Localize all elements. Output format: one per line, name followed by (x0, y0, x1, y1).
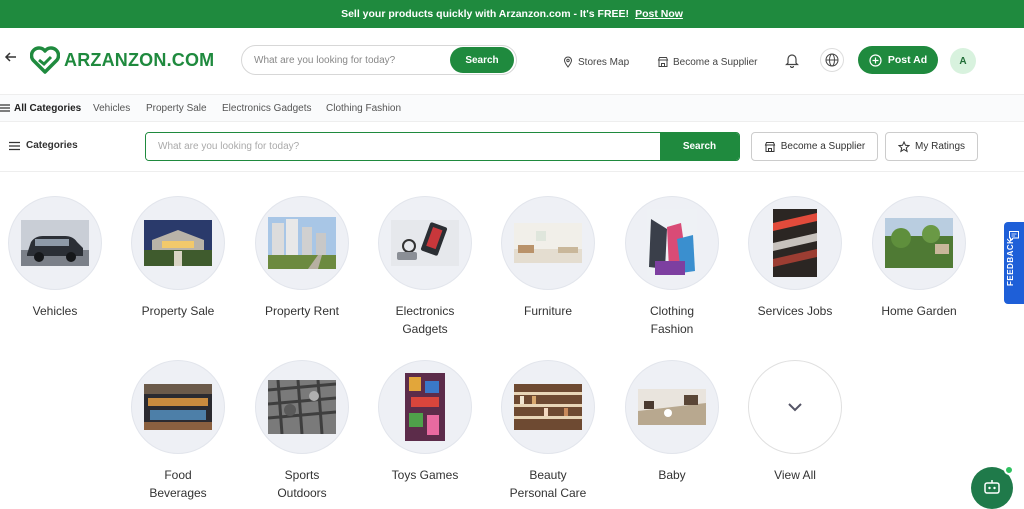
food-image-icon (131, 360, 225, 454)
categories-button[interactable]: Categories (9, 140, 78, 151)
category-label: Vehicles (32, 304, 78, 318)
category-card[interactable]: Electronics Gadgets (365, 196, 485, 338)
map-pin-icon (563, 56, 573, 68)
category-card[interactable]: Toys Games (365, 360, 485, 484)
category-label: Furniture (523, 304, 573, 318)
clothing-image-icon (625, 196, 719, 290)
feedback-tab[interactable]: FEEDBACK (1004, 222, 1024, 304)
category-card[interactable]: Services Jobs (735, 196, 855, 320)
category-card[interactable]: Beauty Personal Care (488, 360, 608, 502)
category-card[interactable]: Property Sale (118, 196, 238, 320)
sports-image-icon (255, 360, 349, 454)
catnav-item-vehicles[interactable]: Vehicles (93, 103, 130, 114)
online-status-dot (1004, 465, 1014, 475)
feedback-label: FEEDBACK (1006, 237, 1015, 286)
become-supplier-btn-label: Become a Supplier (780, 141, 866, 152)
stores-map-label: Stores Map (578, 56, 630, 68)
my-ratings-label: My Ratings (914, 141, 965, 152)
category-card[interactable]: Property Rent (242, 196, 362, 320)
category-label: Toys Games (391, 468, 459, 482)
promo-text: Sell your products quickly with Arzanzon… (341, 8, 630, 20)
category-label: Property Sale (141, 304, 215, 318)
baby-image-icon (625, 360, 719, 454)
category-card[interactable]: Food Beverages (118, 360, 238, 502)
menu-icon (0, 104, 10, 112)
site-logo[interactable]: ARZANZON.COM (30, 46, 214, 74)
category-label: Beauty Personal Care (509, 468, 587, 500)
menu-icon (9, 141, 20, 150)
heart-logo-icon (30, 46, 60, 74)
category-nav: All Categories Vehicles Property Sale El… (0, 94, 1024, 122)
post-ad-button[interactable]: Post Ad (858, 46, 938, 74)
promo-banner: Sell your products quickly with Arzanzon… (0, 0, 1024, 28)
category-label: Clothing Fashion (649, 304, 695, 336)
view-all-label: View All (774, 468, 816, 482)
category-card[interactable]: Vehicles (0, 196, 115, 320)
main-search: Search (145, 132, 740, 161)
catnav-item-property-sale[interactable]: Property Sale (146, 103, 207, 114)
logo-text: ARZANZON.COM (64, 49, 215, 70)
category-label: Home Garden (881, 304, 957, 318)
star-icon (897, 140, 910, 152)
store-icon (657, 57, 669, 67)
category-card[interactable]: Home Garden (859, 196, 979, 320)
main-search-button[interactable]: Search (660, 133, 739, 160)
globe-icon[interactable] (820, 48, 844, 72)
header-search-button[interactable]: Search (450, 47, 514, 73)
post-ad-label: Post Ad (887, 54, 928, 66)
chevron-down-icon (748, 360, 842, 454)
view-all-card[interactable]: View All (735, 360, 855, 484)
main-search-input[interactable] (146, 133, 660, 160)
header-search-input[interactable] (254, 54, 450, 66)
all-categories-link[interactable]: All Categories (0, 103, 81, 114)
category-label: Baby (658, 468, 686, 482)
buildings-image-icon (255, 196, 349, 290)
category-label: Services Jobs (757, 304, 833, 318)
header-search: Search (241, 45, 517, 75)
category-label: Electronics Gadgets (395, 304, 455, 336)
bell-icon[interactable] (785, 52, 799, 73)
become-supplier-button[interactable]: Become a Supplier (751, 132, 878, 161)
category-card[interactable]: Sports Outdoors (242, 360, 362, 502)
house-image-icon (131, 196, 225, 290)
stores-map-link[interactable]: Stores Map (562, 56, 629, 68)
catnav-item-electronics[interactable]: Electronics Gadgets (222, 103, 312, 114)
robot-icon (984, 480, 1000, 494)
avatar[interactable]: A (950, 48, 976, 74)
category-grid: Vehicles Property Sale Property Rent Ele… (0, 172, 1024, 500)
store-icon (764, 141, 775, 152)
garden-image-icon (872, 196, 966, 290)
chatbot-button[interactable] (971, 465, 1014, 509)
car-image-icon (8, 196, 102, 290)
become-supplier-label: Become a Supplier (673, 56, 758, 68)
category-label: Sports Outdoors (277, 468, 327, 500)
my-ratings-button[interactable]: My Ratings (885, 132, 978, 161)
become-supplier-link[interactable]: Become a Supplier (657, 56, 758, 68)
category-card[interactable]: Baby (612, 360, 732, 484)
category-label: Property Rent (264, 304, 340, 318)
categories-label: Categories (26, 140, 78, 151)
beauty-image-icon (501, 360, 595, 454)
furniture-image-icon (501, 196, 595, 290)
toys-image-icon (378, 360, 472, 454)
all-categories-label: All Categories (14, 102, 82, 114)
category-card[interactable]: Clothing Fashion (612, 196, 732, 338)
catnav-item-clothing[interactable]: Clothing Fashion (326, 103, 401, 114)
secondary-bar: Categories Search Become a Supplier My R… (0, 122, 1024, 172)
category-card[interactable]: Furniture (488, 196, 608, 320)
gadgets-image-icon (378, 196, 472, 290)
back-arrow-icon[interactable] (4, 50, 20, 66)
services-image-icon (748, 196, 842, 290)
category-label: Food Beverages (149, 468, 207, 500)
plus-circle-icon (869, 53, 882, 67)
main-header: ARZANZON.COM Search Stores Map Become a … (0, 28, 1024, 94)
post-now-link[interactable]: Post Now (635, 8, 683, 20)
